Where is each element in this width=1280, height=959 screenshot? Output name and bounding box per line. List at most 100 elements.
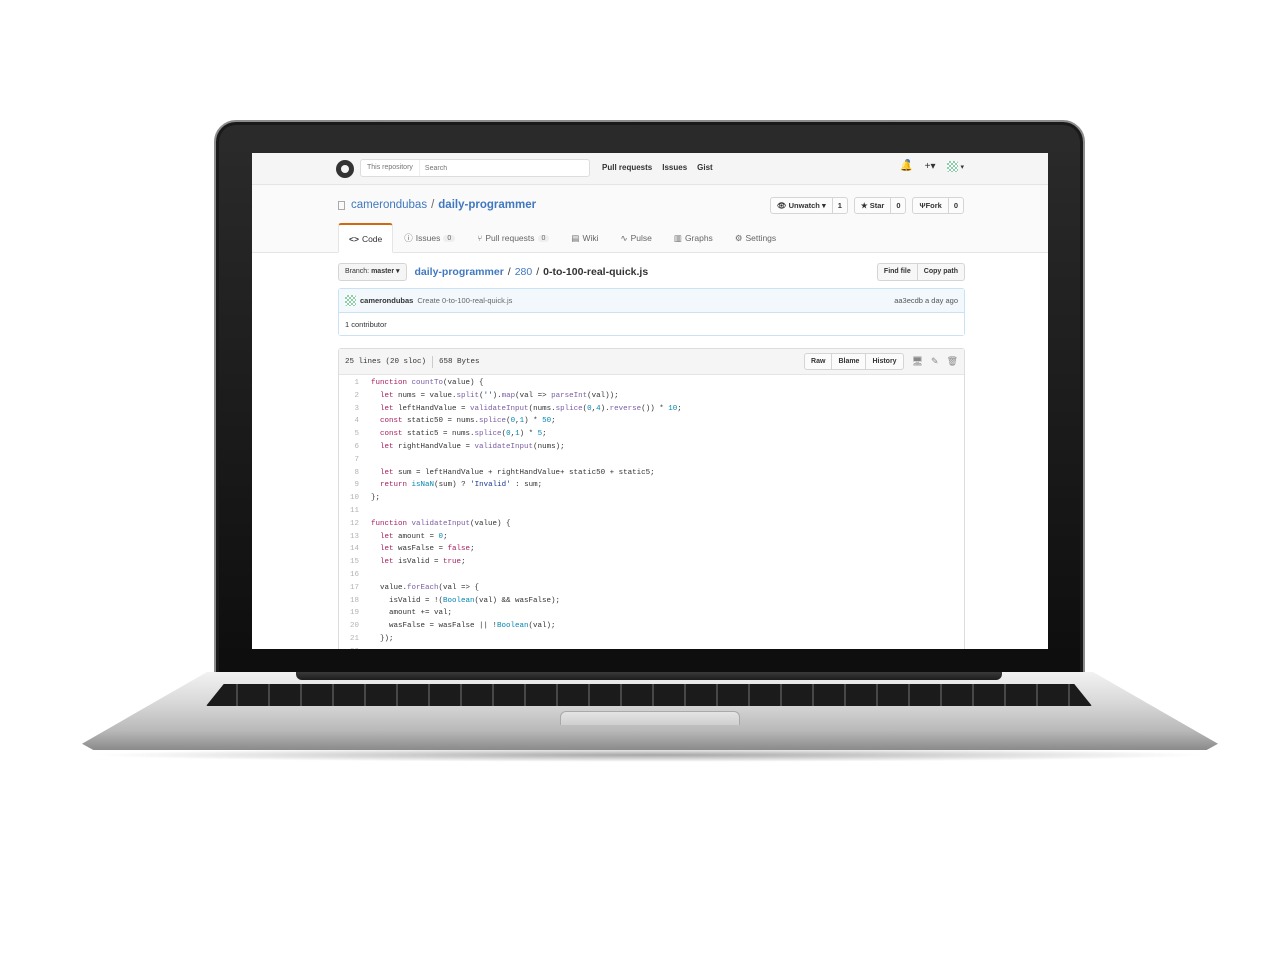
tab-label: Pulse <box>630 233 652 243</box>
nav-issues[interactable]: Issues <box>662 163 687 172</box>
line-number[interactable]: 14 <box>339 543 367 556</box>
watch-count[interactable]: 1 <box>833 201 847 210</box>
line-content: }); <box>371 634 394 643</box>
line-number[interactable]: 21 <box>339 633 367 646</box>
github-logo-icon[interactable] <box>336 160 354 178</box>
bell-icon[interactable]: 🔔 <box>900 161 912 172</box>
line-content: function countTo(value) { <box>371 379 484 387</box>
line-content: }; <box>371 494 381 503</box>
line-content: wasFalse = wasFalse || !Boolean(val); <box>371 622 556 631</box>
breadcrumb-file: 0-to-100-real-quick.js <box>543 266 649 278</box>
line-number[interactable]: 12 <box>339 518 367 531</box>
avatar[interactable] <box>345 295 356 306</box>
code-line: 4 const static50 = nums.splice(0,1) * 50… <box>339 415 964 428</box>
latest-commit: camerondubas Create 0-to-100-real-quick.… <box>339 289 964 313</box>
line-number[interactable]: 19 <box>339 607 367 620</box>
repo-header: camerondubas / daily-programmer 👁 Unwatc… <box>252 185 1048 253</box>
code-line: 20 wasFalse = wasFalse || !Boolean(val); <box>339 620 964 633</box>
line-number[interactable]: 16 <box>339 569 367 582</box>
user-menu[interactable]: ▾ <box>947 161 964 172</box>
breadcrumb-repo-link[interactable]: daily-programmer <box>415 266 504 278</box>
create-new-button[interactable]: +▾ <box>925 161 936 172</box>
line-number[interactable]: 9 <box>339 479 367 492</box>
line-number[interactable]: 20 <box>339 620 367 633</box>
tab-graphs[interactable]: ▥ Graphs <box>663 223 724 253</box>
contributors[interactable]: 1 contributor <box>339 313 964 335</box>
line-content: function validateInput(value) { <box>371 519 511 528</box>
laptop-hinge <box>296 672 1002 680</box>
search-input[interactable] <box>419 164 570 172</box>
tab-code[interactable]: <> Code <box>338 223 394 253</box>
raw-button[interactable]: Raw <box>804 353 833 370</box>
tab-issues[interactable]: ⓘ Issues 0 <box>393 223 466 253</box>
history-button[interactable]: History <box>865 353 904 370</box>
file-button-group: Raw Blame History <box>804 353 904 370</box>
search-scope-label: This repository <box>361 160 420 176</box>
line-content: let wasFalse = false; <box>380 545 475 554</box>
line-content: let isValid = true; <box>380 558 466 567</box>
star-count[interactable]: 0 <box>891 201 905 210</box>
line-number[interactable]: 22 <box>339 646 367 649</box>
fork-button[interactable]: ΨFork <box>913 198 949 213</box>
line-number[interactable]: 8 <box>339 467 367 480</box>
tab-wiki[interactable]: ▤ Wiki <box>560 223 609 253</box>
commit-tease: camerondubas Create 0-to-100-real-quick.… <box>338 288 965 336</box>
header-actions: 🔔 +▾ ▾ <box>900 161 964 172</box>
tab-label: Wiki <box>582 233 599 243</box>
desktop-icon[interactable]: 🖥 <box>912 356 923 367</box>
breadcrumb-dir-link[interactable]: 280 <box>515 266 533 278</box>
repo-icon <box>338 200 345 210</box>
issue-icon: ⓘ <box>404 233 413 243</box>
code-line: 2 let nums = value.split('').map(val => … <box>339 390 964 403</box>
line-number[interactable]: 18 <box>339 595 367 608</box>
commit-meta[interactable]: aa3ecdb a day ago <box>894 296 958 305</box>
find-file-button[interactable]: Find file <box>876 263 917 281</box>
branch-select-button[interactable]: Branch: master ▾ <box>338 263 407 281</box>
laptop-screen: This repository Pull requests Issues Gis… <box>252 153 1048 649</box>
line-content: value.forEach(val => { <box>371 583 480 592</box>
graph-icon: ▥ <box>673 232 682 243</box>
line-content <box>367 505 371 518</box>
blame-button[interactable]: Blame <box>831 353 867 370</box>
tab-label: Graphs <box>684 233 713 243</box>
laptop-mockup: This repository Pull requests Issues Gis… <box>0 0 1280 959</box>
line-number[interactable]: 13 <box>339 531 367 544</box>
tab-settings[interactable]: ⚙ Settings <box>724 223 787 253</box>
unwatch-button[interactable]: 👁 Unwatch ▾ <box>771 198 833 213</box>
search-box[interactable]: This repository <box>360 159 590 177</box>
line-number[interactable]: 10 <box>339 492 367 505</box>
line-number[interactable]: 1 <box>339 377 367 390</box>
line-content: let nums = value.split('').map(val => pa… <box>380 391 619 400</box>
line-number[interactable]: 17 <box>339 582 367 595</box>
repo-owner-link[interactable]: camerondubas <box>351 199 427 211</box>
tab-pull-requests[interactable]: ⑂ Pull requests 0 <box>466 223 560 253</box>
line-number[interactable]: 6 <box>339 441 367 454</box>
line-number[interactable]: 3 <box>339 403 367 416</box>
fork-count[interactable]: 0 <box>949 201 963 210</box>
pencil-icon[interactable]: ✎ <box>931 356 939 367</box>
code-line: 3 let leftHandValue = validateInput(nums… <box>339 403 964 416</box>
tab-pulse[interactable]: ∿ Pulse <box>610 223 663 253</box>
nav-pull-requests[interactable]: Pull requests <box>602 163 652 172</box>
code-body: 1 function countTo(value) { 2 let nums = v… <box>339 375 964 649</box>
line-content: let leftHandValue = validateInput(nums.s… <box>380 404 682 413</box>
repo-name-link[interactable]: daily-programmer <box>438 199 536 211</box>
line-number[interactable]: 7 <box>339 454 367 467</box>
star-button[interactable]: ★ Star <box>855 198 892 213</box>
unwatch-label: Unwatch ▾ <box>788 201 826 210</box>
line-number[interactable]: 15 <box>339 556 367 569</box>
nav-gist[interactable]: Gist <box>697 163 713 172</box>
issues-counter: 0 <box>443 234 456 242</box>
avatar <box>947 161 959 172</box>
line-number[interactable]: 4 <box>339 415 367 428</box>
line-number[interactable]: 2 <box>339 390 367 403</box>
line-number[interactable]: 11 <box>339 505 367 518</box>
copy-path-button[interactable]: Copy path <box>916 263 965 281</box>
line-content <box>367 454 371 467</box>
commit-message-link[interactable]: Create 0-to-100-real-quick.js <box>417 296 512 305</box>
file-actions: Raw Blame History 🖥 ✎ 🗑 <box>804 353 958 370</box>
line-number[interactable]: 5 <box>339 428 367 441</box>
commit-author-link[interactable]: camerondubas <box>360 296 413 305</box>
code-line: 1 function countTo(value) { <box>339 377 964 390</box>
trash-icon[interactable]: 🗑 <box>947 356 958 367</box>
